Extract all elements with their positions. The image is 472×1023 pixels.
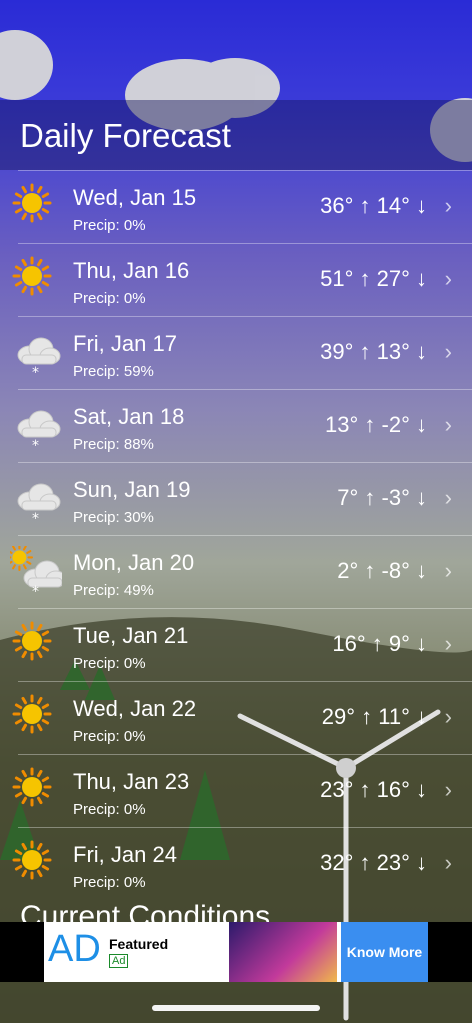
forecast-temps: 7° ↑ -3° ↓	[337, 485, 427, 510]
sun-icon	[12, 621, 52, 661]
forecast-precip: Precip: 0%	[73, 728, 146, 745]
forecast-row[interactable]: Thu, Jan 23 Precip: 0% 23° ↑ 16° ↓ ›	[12, 754, 472, 827]
svg-text:*: *	[32, 438, 39, 452]
forecast-day: Mon, Jan 20	[73, 550, 195, 575]
know-more-button[interactable]: Know More	[341, 922, 428, 982]
forecast-row[interactable]: Wed, Jan 15 Precip: 0% 36° ↑ 14° ↓ ›	[12, 170, 472, 243]
snow-cloud-icon: *	[17, 410, 61, 452]
chevron-right-icon[interactable]: ›	[445, 631, 452, 657]
ad-content[interactable]: AD Featured Ad Know More	[44, 922, 428, 982]
forecast-temps: 32° ↑ 23° ↓	[320, 850, 427, 875]
forecast-precip: Precip: 49%	[73, 582, 154, 599]
forecast-precip: Precip: 88%	[73, 436, 154, 453]
ad-image[interactable]	[229, 922, 337, 982]
forecast-day: Sun, Jan 19	[73, 477, 191, 502]
forecast-temps: 36° ↑ 14° ↓	[320, 193, 427, 218]
forecast-precip: Precip: 0%	[73, 655, 146, 672]
forecast-temps: 13° ↑ -2° ↓	[325, 412, 427, 437]
sun-icon	[12, 256, 52, 296]
sun-icon	[12, 767, 52, 807]
chevron-right-icon[interactable]: ›	[445, 266, 452, 292]
forecast-temps: 29° ↑ 11° ↓	[321, 704, 427, 729]
ad-tag: Ad	[109, 954, 129, 968]
forecast-temps: 23° ↑ 16° ↓	[320, 777, 427, 802]
forecast-day: Thu, Jan 16	[73, 258, 190, 283]
chevron-right-icon[interactable]: ›	[445, 485, 452, 511]
forecast-day: Tue, Jan 21	[73, 623, 189, 648]
svg-text:*: *	[32, 584, 39, 598]
forecast-row[interactable]: * Sat, Jan 18 Precip: 88% 13° ↑ -2° ↓ ›	[17, 389, 472, 462]
sun-icon	[12, 840, 52, 880]
forecast-day: Fri, Jan 17	[73, 331, 177, 356]
forecast-precip: Precip: 0%	[73, 217, 146, 234]
forecast-row[interactable]: Wed, Jan 22 Precip: 0% 29° ↑ 11° ↓ ›	[12, 681, 472, 754]
forecast-row[interactable]: * Fri, Jan 17 Precip: 59% 39° ↑ 13° ↓ ›	[17, 316, 472, 389]
forecast-temps: 51° ↑ 27° ↓	[320, 266, 427, 291]
partly-cloudy-snow-icon: *	[10, 546, 62, 598]
forecast-row[interactable]: Thu, Jan 16 Precip: 0% 51° ↑ 27° ↓ ›	[12, 243, 472, 316]
forecast-precip: Precip: 0%	[73, 290, 146, 307]
home-indicator[interactable]	[152, 1005, 320, 1011]
page-title: Daily Forecast	[20, 117, 231, 154]
forecast-precip: Precip: 0%	[73, 801, 146, 818]
forecast-day: Fri, Jan 24	[73, 842, 177, 867]
forecast-precip: Precip: 30%	[73, 509, 154, 526]
chevron-right-icon[interactable]: ›	[445, 558, 452, 584]
chevron-right-icon[interactable]: ›	[445, 339, 452, 365]
forecast-temps: 39° ↑ 13° ↓	[320, 339, 427, 364]
svg-text:*: *	[32, 365, 39, 379]
chevron-right-icon[interactable]: ›	[445, 193, 452, 219]
ad-featured-label: Featured	[109, 936, 169, 952]
forecast-row[interactable]: Tue, Jan 21 Precip: 0% 16° ↑ 9° ↓ ›	[12, 608, 472, 681]
chevron-right-icon[interactable]: ›	[445, 704, 452, 730]
ad-logo: AD	[48, 928, 101, 970]
forecast-precip: Precip: 59%	[73, 363, 154, 380]
forecast-row[interactable]: Fri, Jan 24 Precip: 0% 32° ↑ 23° ↓ ›	[12, 827, 472, 900]
forecast-day: Wed, Jan 15	[73, 185, 197, 210]
snow-cloud-icon: *	[17, 337, 61, 379]
forecast-day: Wed, Jan 22	[73, 696, 197, 721]
weather-screen: Daily Forecast Wed, Jan 15 Precip: 0% 36° …	[0, 0, 472, 1023]
forecast-row[interactable]: * Sun, Jan 19 Precip: 30% 7° ↑ -3° ↓ ›	[17, 462, 472, 535]
forecast-precip: Precip: 0%	[73, 874, 146, 891]
chevron-right-icon[interactable]: ›	[445, 412, 452, 438]
forecast-day: Sat, Jan 18	[73, 404, 185, 429]
sun-icon	[12, 183, 52, 223]
forecast-temps: 2° ↑ -8° ↓	[337, 558, 427, 583]
forecast-day: Thu, Jan 23	[73, 769, 190, 794]
forecast-temps: 16° ↑ 9° ↓	[332, 631, 427, 656]
chevron-right-icon[interactable]: ›	[445, 850, 452, 876]
sun-icon	[12, 694, 52, 734]
forecast-list: Wed, Jan 15 Precip: 0% 36° ↑ 14° ↓ › Thu, Ja…	[0, 170, 472, 900]
svg-text:*: *	[32, 511, 39, 525]
snow-cloud-icon: *	[17, 483, 61, 525]
forecast-row[interactable]: * Mon, Jan 20 Precip: 49% 2° ↑ -8° ↓ ›	[10, 535, 472, 608]
chevron-right-icon[interactable]: ›	[445, 777, 452, 803]
